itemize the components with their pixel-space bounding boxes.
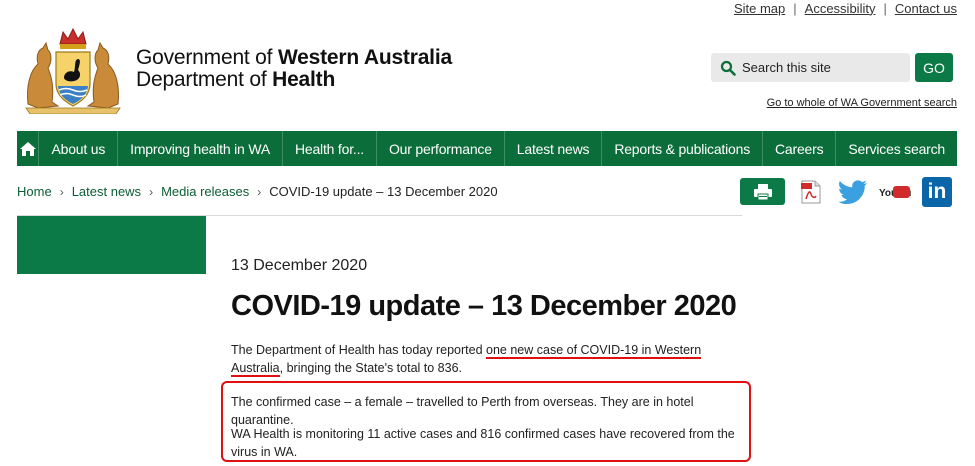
home-icon <box>19 141 36 156</box>
nav-item-improving-health[interactable]: Improving health in WA <box>118 131 283 166</box>
breadcrumb-home[interactable]: Home <box>17 184 52 199</box>
nav-item-reports-publications[interactable]: Reports & publications <box>602 131 763 166</box>
nav-item-our-performance[interactable]: Our performance <box>377 131 505 166</box>
wa-coat-of-arms-logo[interactable] <box>18 26 128 114</box>
brand-line-1: Government of Western Australia <box>136 47 452 69</box>
accessibility-link[interactable]: Accessibility <box>805 1 876 16</box>
breadcrumb: Home › Latest news › Media releases › CO… <box>17 184 498 199</box>
search-placeholder: Search this site <box>742 60 831 75</box>
nav-home-button[interactable] <box>17 131 40 166</box>
site-map-link[interactable]: Site map <box>734 1 785 16</box>
separator: | <box>793 0 797 16</box>
breadcrumb-current: COVID-19 update – 13 December 2020 <box>269 184 498 199</box>
article-date: 13 December 2020 <box>231 257 368 274</box>
contact-us-link[interactable]: Contact us <box>895 1 957 16</box>
search-icon <box>717 53 739 82</box>
brand-bold-2: Health <box>272 68 336 91</box>
chevron-right-icon: › <box>149 184 154 199</box>
chevron-right-icon: › <box>59 184 64 199</box>
article-paragraph-2: The confirmed case – a female – travelle… <box>231 395 694 427</box>
nav-item-health-for[interactable]: Health for... <box>283 131 377 166</box>
nav-item-latest-news[interactable]: Latest news <box>505 131 603 166</box>
twitter-icon[interactable] <box>838 180 868 204</box>
brand-prefix-1: Government of <box>136 46 278 69</box>
nav-item-services-search[interactable]: Services search <box>836 131 957 166</box>
search-go-button[interactable]: GO <box>915 53 953 82</box>
nav-item-careers[interactable]: Careers <box>763 131 837 166</box>
brand-bold-1: Western Australia <box>277 46 452 69</box>
breadcrumb-media-releases[interactable]: Media releases <box>161 184 249 199</box>
separator: | <box>883 0 887 16</box>
print-button[interactable] <box>740 178 785 205</box>
article-paragraph-3: WA Health is monitoring 11 active cases … <box>231 427 735 459</box>
p1-after: , bringing the State's total to 836. <box>279 361 463 375</box>
nav-item-about-us[interactable]: About us <box>39 131 119 166</box>
chevron-right-icon: › <box>257 184 262 199</box>
page-title: COVID-19 update – 13 December 2020 <box>231 290 737 322</box>
article-paragraph-1: The Department of Health has today repor… <box>231 341 751 377</box>
main-navigation: About us Improving health in WA Health f… <box>17 131 957 166</box>
search-input[interactable]: Search this site <box>711 53 910 82</box>
breadcrumb-latest-news[interactable]: Latest news <box>72 184 141 199</box>
linkedin-icon[interactable]: in <box>922 177 952 207</box>
brand-line-2: Department of Health <box>136 69 452 91</box>
p1-before: The Department of Health has today repor… <box>231 343 487 357</box>
pdf-icon[interactable] <box>800 180 822 204</box>
utility-links: Site map | Accessibility | Contact us <box>734 0 957 16</box>
brand-prefix-2: Department of <box>136 68 273 91</box>
print-icon <box>753 183 772 200</box>
youtube-icon[interactable]: You Tube <box>879 183 911 201</box>
site-brand[interactable]: Government of Western Australia Departme… <box>136 47 452 91</box>
sidebar-panel <box>17 216 206 274</box>
wa-government-search-link[interactable]: Go to whole of WA Government search <box>767 97 957 109</box>
